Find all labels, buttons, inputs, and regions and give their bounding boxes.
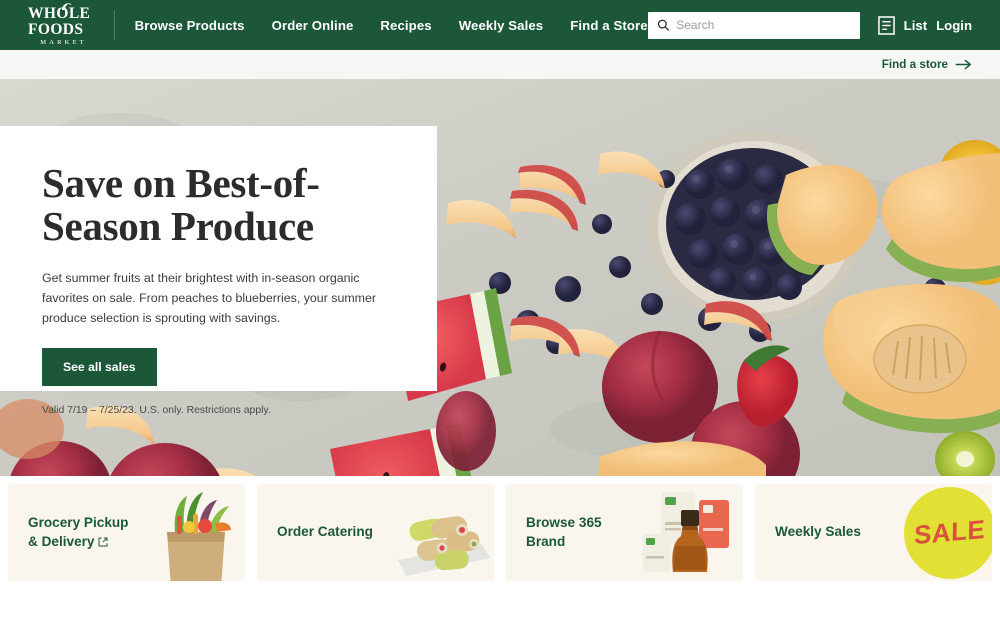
card-label-grocery: Grocery Pickup & Delivery [8, 514, 129, 551]
sale-badge-text: SALE [914, 513, 986, 551]
nav-item-weekly-sales[interactable]: Weekly Sales [459, 18, 544, 33]
hero-text-panel: Save on Best-of-Season Produce Get summe… [0, 126, 437, 416]
nav-item-recipes[interactable]: Recipes [380, 18, 431, 33]
card-order-catering[interactable]: Order Catering [257, 484, 494, 581]
nav-divider [114, 10, 115, 40]
login-link[interactable]: Login [936, 18, 972, 33]
nav-item-order-online[interactable]: Order Online [272, 18, 354, 33]
arrow-right-icon [955, 59, 972, 70]
promo-cards-row: Grocery Pickup & Delivery Order Catering [0, 476, 1000, 581]
card-weekly-sales[interactable]: Weekly Sales SALE [755, 484, 992, 581]
hero-description: Get summer fruits at their brightest wit… [42, 270, 377, 326]
find-a-store-strip: Find a store [0, 50, 1000, 79]
external-link-icon [98, 537, 107, 546]
search-icon [657, 19, 669, 31]
card-grocery-pickup-delivery[interactable]: Grocery Pickup & Delivery [8, 484, 245, 581]
card-label-365: Browse 365 Brand [506, 514, 602, 551]
card-365-line1: Browse 365 [526, 515, 602, 531]
list-link[interactable]: List [904, 18, 927, 33]
hero-disclaimer: Valid 7/19 – 7/25/23. U.S. only. Restric… [42, 404, 271, 416]
catering-wraps-art [398, 516, 490, 576]
card-grocery-line1: Grocery Pickup [28, 515, 129, 531]
card-365-line2: Brand [526, 533, 566, 549]
logo-subtext: MARKET [40, 39, 87, 47]
whole-foods-logo[interactable]: WHOLE FOODS MARKET [28, 3, 96, 47]
primary-nav-links: Browse Products Order Online Recipes Wee… [135, 18, 648, 33]
card-catering-line1: Order Catering [277, 524, 373, 540]
hero-headline: Save on Best-of-Season Produce [42, 160, 320, 250]
see-all-sales-button[interactable]: See all sales [42, 347, 157, 386]
nav-right-group: List Login [647, 11, 972, 39]
find-a-store-label: Find a store [881, 58, 948, 71]
nav-item-browse-products[interactable]: Browse Products [135, 18, 245, 33]
find-a-store-link[interactable]: Find a store [882, 58, 972, 71]
sale-badge: SALE [904, 486, 992, 579]
search-box[interactable] [647, 11, 860, 39]
nav-item-find-a-store[interactable]: Find a Store [570, 18, 647, 33]
brand-products-art [643, 492, 729, 572]
grocery-bag-art [167, 492, 231, 581]
card-label-catering: Order Catering [257, 523, 373, 541]
leaf-icon [62, 3, 72, 11]
account-group: List Login [877, 15, 972, 35]
card-browse-365-brand[interactable]: Browse 365 Brand [506, 484, 743, 581]
card-label-weekly-sales: Weekly Sales [755, 523, 861, 541]
top-navigation-bar: WHOLE FOODS MARKET Browse Products Order… [0, 0, 1000, 50]
card-weekly-line1: Weekly Sales [775, 524, 861, 540]
card-grocery-line2: & Delivery [28, 533, 95, 549]
list-icon[interactable] [877, 15, 895, 35]
search-input[interactable] [676, 18, 851, 32]
hero-banner: Save on Best-of-Season Produce Get summe… [0, 79, 1000, 476]
